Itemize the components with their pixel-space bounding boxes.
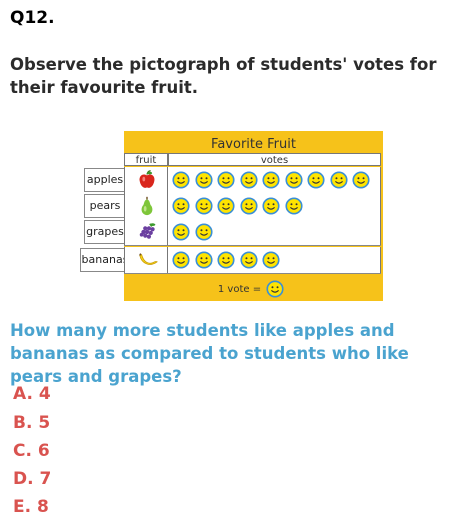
column-header-votes: votes — [168, 153, 381, 166]
row-label-apples: apples — [84, 168, 126, 192]
smiley-icon — [266, 280, 284, 298]
smiley-icon — [172, 251, 190, 269]
key-text: 1 vote = — [217, 284, 262, 295]
smiley-icon — [239, 251, 258, 269]
smiley-icon — [194, 251, 213, 269]
prompt-text: Observe the pictograph of students' vote… — [10, 55, 437, 97]
option-e[interactable]: E. 8 — [13, 497, 49, 517]
grapes-icon — [136, 221, 160, 247]
question-number: Q12. — [10, 8, 55, 28]
column-header-fruit: fruit — [124, 153, 168, 166]
smiley-icon — [194, 223, 213, 241]
pictograph-title: Favorite Fruit — [211, 137, 296, 152]
smiley-icon — [194, 171, 213, 189]
smiley-icon — [307, 171, 325, 189]
question-text: How many more students like apples and b… — [10, 321, 409, 386]
smiley-icon — [239, 197, 258, 215]
row-label-bananas: bananas — [80, 248, 130, 272]
banana-icon — [136, 249, 160, 275]
option-c[interactable]: C. 6 — [13, 441, 50, 461]
pictograph-key: 1 vote = — [124, 281, 383, 299]
smiley-icon — [329, 171, 348, 189]
row-divider — [124, 245, 381, 246]
votes-cell-pears — [168, 193, 381, 219]
smiley-icon — [352, 171, 370, 189]
apple-icon — [136, 169, 158, 195]
votes-cell-grapes — [168, 219, 381, 245]
smiley-icon — [172, 223, 190, 241]
fruit-cell-grapes — [124, 219, 168, 245]
smiley-icon — [284, 197, 303, 215]
smiley-icon — [239, 171, 258, 189]
votes-cell-bananas — [168, 247, 381, 273]
smiley-icon — [172, 197, 190, 215]
smiley-icon — [172, 171, 190, 189]
smiley-icon — [217, 171, 235, 189]
smiley-icon — [194, 197, 213, 215]
pear-icon — [136, 195, 158, 221]
smiley-icon — [262, 251, 280, 269]
row-divider — [124, 273, 381, 274]
smiley-icon — [262, 197, 280, 215]
fruit-cell-apples — [124, 167, 168, 193]
option-d[interactable]: D. 7 — [13, 469, 51, 489]
option-b[interactable]: B. 5 — [13, 413, 50, 433]
smiley-icon — [284, 171, 303, 189]
smiley-icon — [217, 251, 235, 269]
row-label-pears: pears — [84, 194, 126, 218]
row-label-grapes: grapes — [84, 220, 126, 244]
option-a[interactable]: A. 4 — [13, 384, 51, 404]
fruit-cell-bananas — [124, 247, 168, 273]
smiley-icon — [262, 171, 280, 189]
smiley-icon — [217, 197, 235, 215]
votes-cell-apples — [168, 167, 381, 193]
fruit-cell-pears — [124, 193, 168, 219]
